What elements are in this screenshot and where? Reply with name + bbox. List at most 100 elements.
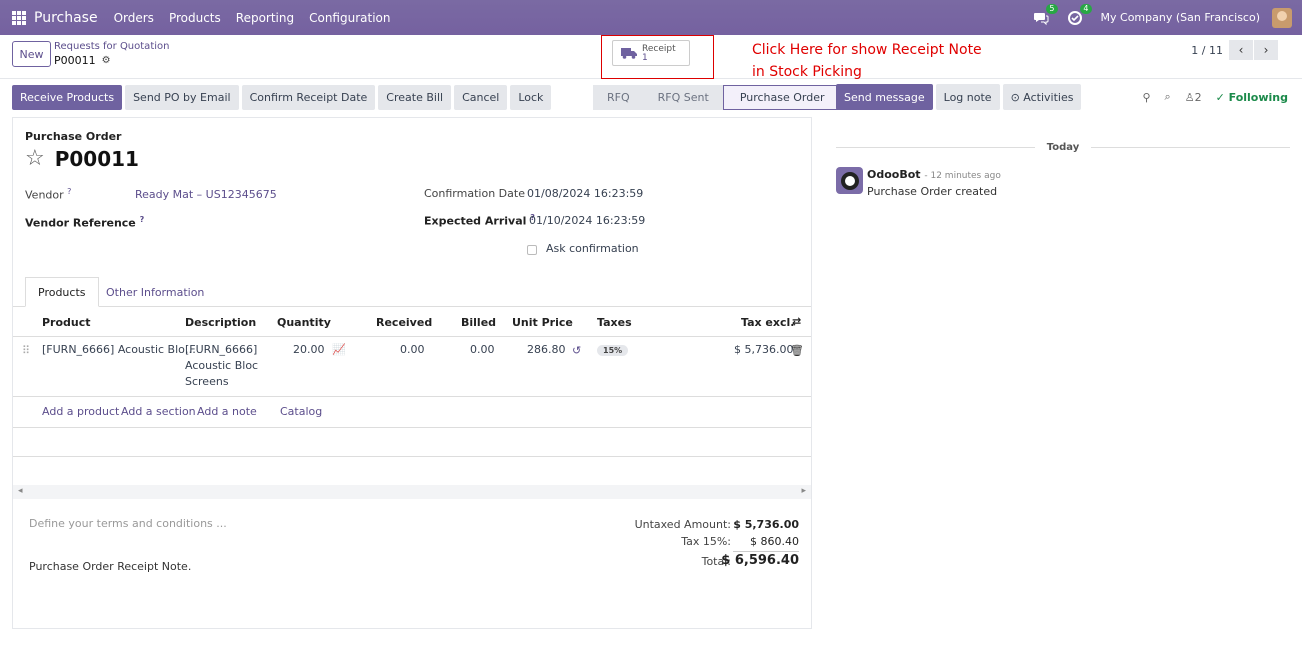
pager-value[interactable]: 1 / 11 [1191, 44, 1223, 57]
status-purchase-order[interactable]: Purchase Order [722, 85, 842, 110]
apps-menu-icon[interactable] [12, 10, 26, 25]
notebook-tabs: Products Other Information [13, 277, 811, 307]
empty-row [13, 457, 811, 486]
activities-icon[interactable]: 4 [1067, 3, 1092, 26]
message-author[interactable]: OdooBot [867, 168, 921, 181]
ask-confirmation-label: Ask confirmation [546, 242, 639, 255]
col-unit-price[interactable]: Unit Price [512, 316, 573, 329]
status-rfq-sent[interactable]: RFQ Sent [643, 85, 723, 110]
messages-icon[interactable]: 5 [1033, 3, 1058, 26]
pager-previous-icon[interactable]: ‹ [1229, 40, 1253, 60]
history-icon[interactable]: ↺ [572, 343, 581, 359]
ask-confirmation-checkbox[interactable] [527, 245, 537, 255]
add-lines-row: Add a product Add a section Add a note C… [13, 397, 811, 428]
col-tax-excl[interactable]: Tax excl. [741, 316, 794, 329]
menu-reporting[interactable]: Reporting [236, 11, 294, 25]
pager-next-icon[interactable]: › [1254, 40, 1278, 60]
untaxed-label: Untaxed Amount: [634, 518, 731, 531]
col-taxes[interactable]: Taxes [597, 316, 632, 329]
app-name[interactable]: Purchase [34, 10, 98, 26]
row-product[interactable]: [FURN_6666] Acoustic Blo… [42, 342, 196, 358]
col-description[interactable]: Description [185, 316, 256, 329]
today-label: Today [1046, 141, 1080, 153]
send-po-email-button[interactable]: Send PO by Email [125, 85, 239, 110]
star-icon[interactable]: ☆ [25, 148, 45, 170]
activities-label: Activities [1023, 90, 1074, 104]
send-message-button[interactable]: Send message [836, 84, 933, 110]
col-product[interactable]: Product [42, 316, 91, 329]
expected-arrival-field[interactable]: 01/10/2024 16:23:59 [529, 214, 645, 227]
po-name: P00011 [54, 147, 139, 171]
vendor-reference-label: Vendor Reference ? [25, 215, 145, 230]
action-buttons: Receive Products Send PO by Email Confir… [12, 85, 554, 110]
tab-products[interactable]: Products [25, 277, 99, 307]
top-navbar: Purchase Orders Products Reporting Confi… [0, 0, 1302, 35]
menu-orders[interactable]: Orders [114, 11, 154, 25]
followers-icon[interactable]: ♙2 [1185, 91, 1202, 104]
new-button[interactable]: New [12, 41, 51, 67]
create-bill-button[interactable]: Create Bill [378, 85, 452, 110]
lock-button[interactable]: Lock [510, 85, 552, 110]
row-unit-price[interactable]: 286.80 [527, 342, 566, 358]
confirmation-date-field[interactable]: 01/08/2024 16:23:59 [527, 187, 643, 200]
row-quantity[interactable]: 20.00 [293, 342, 325, 358]
paperclip-icon[interactable]: ⌕ [1165, 90, 1171, 104]
annotation-text: Click Here for show Receipt Note in Stoc… [752, 39, 982, 83]
activities-button[interactable]: ⊙ Activities [1002, 84, 1082, 110]
row-description-line-2[interactable]: Acoustic Bloc [185, 358, 258, 374]
menu-products[interactable]: Products [169, 11, 221, 25]
receipt-count: 1 [642, 52, 648, 63]
form-sheet: Purchase Order ☆ P00011 Vendor ? Ready M… [12, 117, 812, 629]
log-note-button[interactable]: Log note [935, 84, 1000, 110]
horizontal-scrollbar[interactable]: ◂ ▸ [13, 485, 811, 499]
menu-configuration[interactable]: Configuration [309, 11, 390, 25]
scroll-left-icon[interactable]: ◂ [18, 486, 23, 496]
status-bar: RFQ RFQ Sent Purchase Order [593, 85, 842, 110]
add-product-link[interactable]: Add a product [42, 405, 119, 418]
receive-products-button[interactable]: Receive Products [12, 85, 123, 110]
pager: 1 / 11 ‹ › [1191, 40, 1278, 60]
breadcrumb-current: P00011 [54, 54, 96, 67]
user-avatar[interactable] [1272, 7, 1292, 28]
add-note-link[interactable]: Add a note [197, 405, 257, 418]
col-billed[interactable]: Billed [461, 316, 496, 329]
followers-count: 2 [1194, 90, 1202, 104]
tax-badge[interactable]: 15% [597, 345, 629, 356]
vendor-field[interactable]: Ready Mat – US12345675 [135, 188, 277, 201]
row-description-line-3[interactable]: Screens [185, 374, 229, 390]
chatter-message: OdooBot - 12 minutes ago Purchase Order … [836, 167, 1001, 198]
column-settings-icon[interactable]: ⇄ [792, 315, 801, 328]
row-billed: 0.00 [470, 343, 495, 356]
row-subtotal: $ 5,736.00 [734, 343, 794, 356]
breadcrumb-parent[interactable]: Requests for Quotation [54, 41, 169, 52]
message-body: Purchase Order created [867, 185, 998, 198]
row-description-line-1[interactable]: [FURN_6666] [185, 342, 257, 358]
company-switcher[interactable]: My Company (San Francisco) [1101, 11, 1260, 24]
tax-label: Tax 15%: [681, 535, 731, 548]
add-section-link[interactable]: Add a section [121, 405, 196, 418]
receipt-smart-button[interactable]: Receipt 1 [612, 40, 690, 66]
delete-row-icon[interactable]: 🗑 [790, 343, 804, 359]
tax-value: $ 860.40 [750, 535, 799, 548]
cancel-button[interactable]: Cancel [454, 85, 508, 110]
tab-other-information[interactable]: Other Information [94, 277, 216, 307]
receipt-note[interactable]: Purchase Order Receipt Note. [29, 560, 191, 573]
gear-icon[interactable]: ⚙ [102, 55, 111, 66]
status-rfq[interactable]: RFQ [593, 85, 644, 110]
drag-handle-icon[interactable]: ⠿ [22, 343, 30, 359]
forecast-chart-icon[interactable]: 📈 [332, 342, 346, 358]
scroll-right-icon[interactable]: ▸ [801, 486, 806, 496]
col-quantity[interactable]: Quantity [277, 316, 331, 329]
confirm-receipt-date-button[interactable]: Confirm Receipt Date [241, 85, 376, 110]
table-row[interactable]: ⠿ [FURN_6666] Acoustic Blo… [FURN_6666] … [13, 337, 811, 397]
breadcrumb: Requests for Quotation P00011 ⚙ [54, 41, 169, 67]
following-button[interactable]: ✓ Following [1216, 91, 1288, 104]
col-received[interactable]: Received [376, 316, 432, 329]
empty-row [13, 428, 811, 457]
vendor-label: Vendor ? [25, 187, 72, 202]
catalog-link[interactable]: Catalog [280, 405, 322, 418]
search-icon[interactable]: ⚲ [1142, 91, 1150, 104]
terms-conditions-field[interactable]: Define your terms and conditions ... [29, 517, 227, 530]
truck-icon [621, 48, 637, 59]
odoobot-avatar[interactable] [836, 167, 863, 194]
